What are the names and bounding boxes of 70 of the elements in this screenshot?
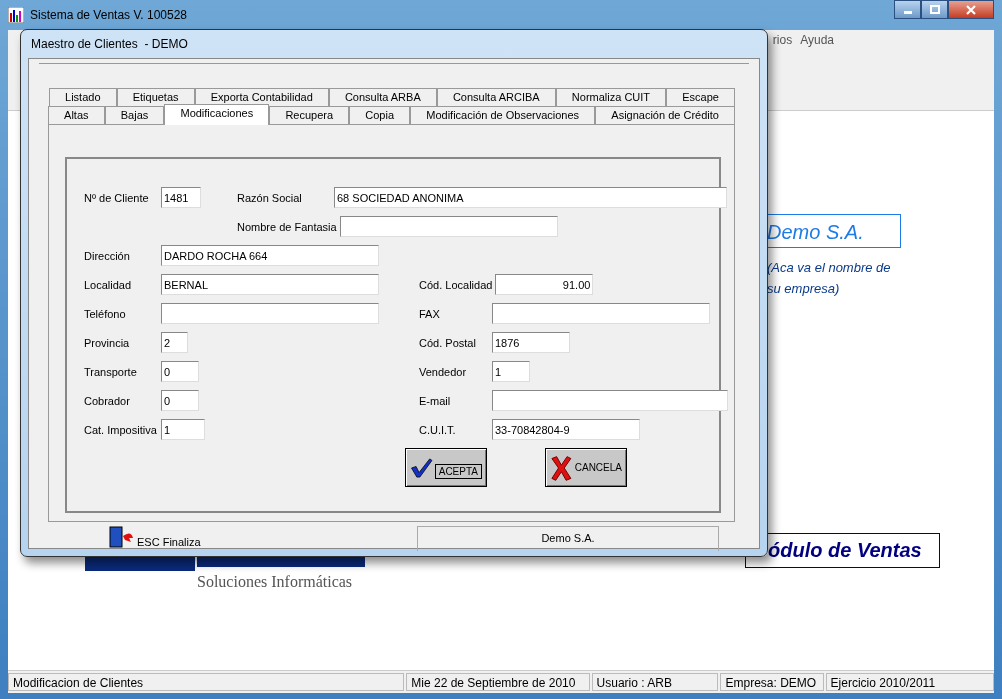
tab[interactable]: Listado [49,88,117,106]
close-button[interactable] [948,0,994,19]
tab[interactable]: Etiquetas [116,88,195,106]
field-label: Nombre de Fantasia [237,220,338,233]
field-label: E-mail [419,394,452,407]
minimize-icon [903,11,912,14]
input-field[interactable]: 1 [161,419,205,440]
field-label: Razón Social [237,191,303,204]
input-field[interactable]: DARDO ROCHA 664 [161,245,379,266]
field-label: FAX [419,307,441,320]
input-field[interactable]: 0 [161,390,199,411]
company-panel: Demo S.A. [417,526,719,551]
input-field[interactable]: 1876 [492,332,570,353]
cancel-button[interactable]: CANCELA [545,448,627,487]
status-bar-cell: Modificacion de Clientes [8,673,405,691]
status-bar-cell: Empresa: DEMO [720,673,824,691]
exit-door-icon [109,526,135,548]
tab[interactable]: Escape [666,88,735,106]
tab[interactable]: Copia [349,106,411,124]
field-label: Dirección [84,249,131,262]
field-label: Transporte [84,365,138,378]
input-field[interactable] [161,303,379,324]
input-field[interactable]: 68 SOCIEDAD ANONIMA [334,187,727,208]
maximize-button[interactable] [921,0,948,19]
field-label: Teléfono [84,307,127,320]
tab[interactable]: Exporta Contabilidad [194,88,329,106]
dialog-title: Maestro de Clientes - DEMO [30,36,189,53]
input-field[interactable]: 1 [492,361,530,382]
input-field[interactable] [339,216,558,237]
esc-hint: ESC Finaliza [137,536,201,548]
input-field[interactable]: 0 [161,361,199,382]
input-field[interactable]: BERNAL [161,274,379,295]
close-icon [966,4,976,15]
minimize-button[interactable] [894,0,921,19]
field-label: Provincia [84,336,131,349]
input-field[interactable]: 1481 [161,187,201,208]
input-field[interactable]: 2 [161,332,188,353]
input-field[interactable] [492,303,710,324]
maximize-icon [929,4,940,15]
cross-icon [550,453,573,482]
tab[interactable]: Modificación de Observaciones [410,106,596,124]
field-label: Localidad [84,278,133,291]
tab[interactable]: Modificaciones [164,104,270,125]
company-hint: (Aca va el nombre de su empresa) [767,259,892,298]
menu-item[interactable]: rios [772,33,793,47]
status-bar-cell: Usuario : ARB [591,673,719,691]
status-bar-cell: Ejercicio 2010/2011 [825,673,994,691]
tab[interactable]: Altas [48,106,105,124]
window-title: Sistema de Ventas V. 100528 [30,8,187,22]
tab[interactable]: Normaliza CUIT [555,88,667,106]
tab[interactable]: Consulta ARBA [328,88,437,106]
tab[interactable]: Asignación de Crédito [595,106,735,124]
menu-item[interactable]: Ayuda [800,33,834,47]
input-field[interactable]: 91.00 [495,274,594,295]
tab[interactable]: Bajas [104,106,165,124]
accept-button[interactable]: ACEPTA [405,448,487,487]
app-icon [8,7,24,23]
field-label: Cód. Postal [419,336,477,349]
field-label: Cód. Localidad [419,278,494,291]
field-label: Cobrador [84,394,131,407]
field-label: Cat. Impositiva [84,423,158,436]
logo-tagline: Soluciones Informáticas [197,573,353,591]
field-label: C.U.I.T. [419,423,457,436]
field-label: Vendedor [419,365,468,378]
tab[interactable]: Consulta ARCIBA [436,88,556,106]
tab[interactable]: Recupera [269,106,350,124]
status-bar-cell: Mie 22 de Septiembre de 2010 [406,673,590,691]
field-label: Nº de Cliente [84,191,150,204]
input-field[interactable] [492,390,728,411]
input-field[interactable]: 33-70842804-9 [492,419,640,440]
